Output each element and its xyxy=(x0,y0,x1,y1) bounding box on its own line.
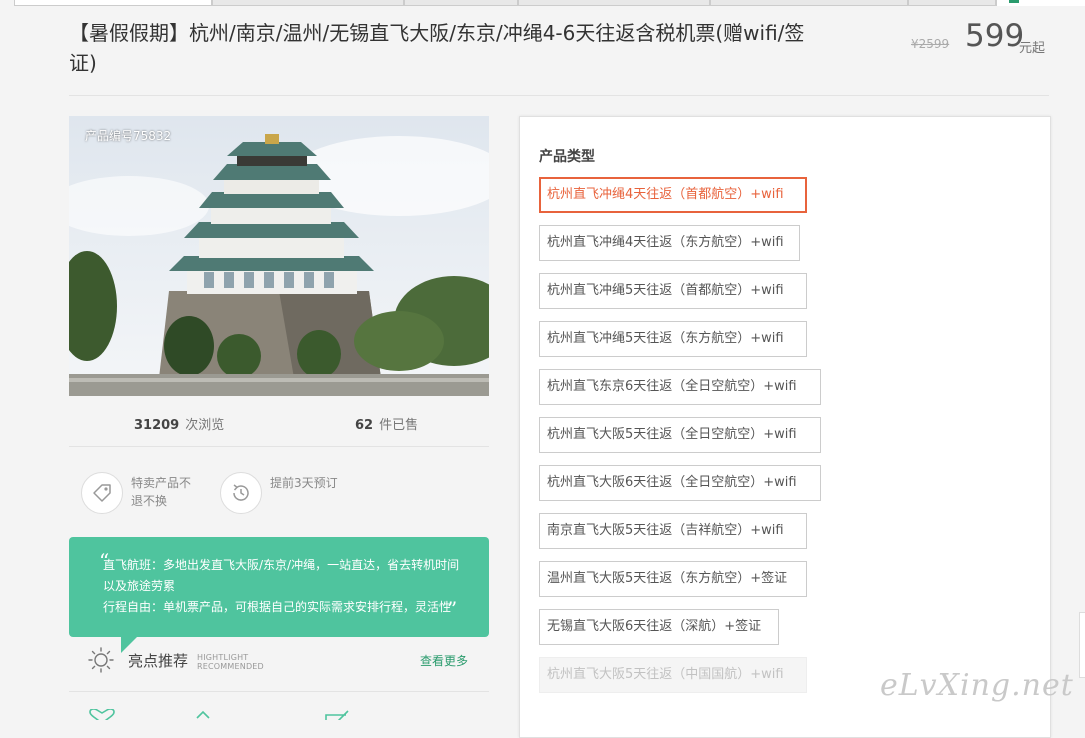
stats-divider xyxy=(69,446,489,447)
tag-icon xyxy=(81,472,123,514)
heart-icon[interactable] xyxy=(88,708,116,720)
product-type-option[interactable]: 无锡直飞大阪6天往返（深航）+签证 xyxy=(539,609,779,645)
product-type-option[interactable]: 杭州直飞大阪5天往返（全日空航空）+wifi xyxy=(539,417,821,453)
highlight-english-label: HIGHTLIGHT RECOMMENDED xyxy=(197,653,264,671)
edit-icon[interactable] xyxy=(324,708,352,720)
original-price: ¥2599 xyxy=(911,37,950,51)
tab[interactable] xyxy=(404,0,518,6)
product-type-option[interactable]: 杭州直飞冲绳4天往返（东方航空）+wifi xyxy=(539,225,800,261)
view-more-link[interactable]: 查看更多 xyxy=(420,652,468,669)
tab[interactable] xyxy=(710,0,908,6)
tab-active[interactable] xyxy=(996,0,1085,6)
product-type-option[interactable]: 杭州直飞冲绳4天往返（首都航空）+wifi xyxy=(539,177,807,213)
sold-label: 件已售 xyxy=(379,418,419,433)
highlight-en-line2: RECOMMENDED xyxy=(197,662,264,671)
feature-bubble: “ 直飞航班：多地出发直飞大阪/东京/冲绳，一站直达，省去转机时间以及旅途劳累 … xyxy=(69,537,489,653)
osaka-castle-image xyxy=(69,116,489,396)
sold-stat: 62 件已售 xyxy=(355,414,418,433)
tab[interactable] xyxy=(14,0,212,6)
sold-count: 62 xyxy=(355,418,374,433)
header-divider xyxy=(69,95,1049,96)
browser-tab-strip xyxy=(0,0,1085,6)
badge-text: 提前3天预订 xyxy=(270,476,338,490)
product-title: 【暑假假期】杭州/南京/温州/无锡直飞大阪/东京/冲绳4-6天往返含税机票(赠w… xyxy=(69,21,805,75)
product-photo[interactable]: 产品编号75832 xyxy=(69,116,489,396)
product-type-option[interactable]: 杭州直飞大阪6天往返（全日空航空）+wifi xyxy=(539,465,821,501)
feature-line: 行程自由：单机票产品，可根据自己的实际需求安排行程，灵活性 xyxy=(103,600,452,614)
watermark: eLvXing.net xyxy=(880,668,1074,703)
bottom-actions xyxy=(86,708,486,720)
current-price: 599 xyxy=(965,18,1025,54)
sun-icon xyxy=(88,647,114,673)
views-count: 31209 xyxy=(134,418,180,433)
product-type-option: 杭州直飞大阪5天往返（中国国航）+wifi xyxy=(539,657,807,693)
badge-text: 特卖产品不退不换 xyxy=(131,476,192,508)
advance-booking-badge: 提前3天预订 xyxy=(220,472,360,516)
product-type-panel: 产品类型 杭州直飞冲绳4天往返（首都航空）+wifi 杭州直飞冲绳4天往返（东方航… xyxy=(519,116,1051,738)
product-code: 产品编号75832 xyxy=(85,129,172,143)
views-label: 次浏览 xyxy=(185,418,225,433)
price-unit: 元起 xyxy=(1019,41,1046,56)
highlight-divider xyxy=(69,691,489,692)
tab[interactable] xyxy=(908,0,996,6)
tab[interactable] xyxy=(518,0,710,6)
product-type-option[interactable]: 南京直飞大阪5天往返（吉祥航空）+wifi xyxy=(539,513,807,549)
highlight-header: 亮点推荐 HIGHTLIGHT RECOMMENDED 查看更多 xyxy=(88,645,488,675)
product-type-option[interactable]: 杭州直飞冲绳5天往返（东方航空）+wifi xyxy=(539,321,807,357)
highlight-label: 亮点推荐 xyxy=(128,652,189,670)
side-float-tab[interactable] xyxy=(1079,612,1085,678)
product-type-option[interactable]: 温州直飞大阪5天往返（东方航空）+签证 xyxy=(539,561,807,597)
feature-text: 直飞航班：多地出发直飞大阪/东京/冲绳，一站直达，省去转机时间以及旅途劳累 行程… xyxy=(103,555,463,618)
highlight-en-line1: HIGHTLIGHT xyxy=(197,653,249,662)
no-refund-badge: 特卖产品不退不换 xyxy=(81,472,221,516)
views-stat: 31209 次浏览 xyxy=(134,414,224,433)
feature-line: 直飞航班：多地出发直飞大阪/东京/冲绳，一站直达，省去转机时间以及旅途劳累 xyxy=(103,558,460,593)
product-type-option[interactable]: 杭州直飞东京6天往返（全日空航空）+wifi xyxy=(539,369,821,405)
tab[interactable] xyxy=(212,0,404,6)
share-icon[interactable] xyxy=(193,708,213,720)
panel-title: 产品类型 xyxy=(539,149,595,165)
clock-icon xyxy=(220,472,262,514)
quote-close-icon: ” xyxy=(447,597,458,621)
product-type-option[interactable]: 杭州直飞冲绳5天往返（首都航空）+wifi xyxy=(539,273,807,309)
